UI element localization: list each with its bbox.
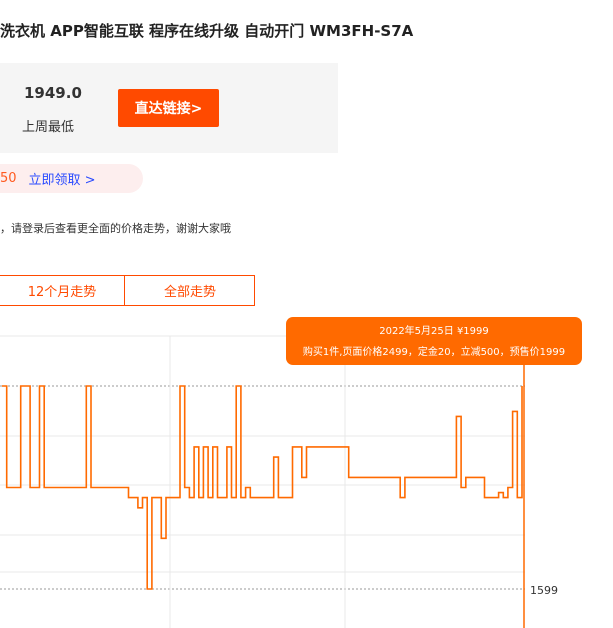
lowest-price-label: 上周最低 (22, 120, 75, 135)
chart-grid (0, 335, 525, 628)
direct-link-button[interactable]: 直达链接> (118, 89, 219, 127)
trend-tabs: 12个月走势 全部走势 (0, 275, 255, 306)
tab-all-trend[interactable]: 全部走势 (125, 276, 255, 305)
y-axis-label: 1599 (530, 584, 558, 597)
tab-12-month-trend[interactable]: 12个月走势 (0, 276, 125, 305)
product-title: 洗衣机 APP智能互联 程序在线升级 自动开门 WM3FH-S7A (0, 22, 414, 40)
tooltip-date-price: 2022年5月25日 ¥1999 (379, 326, 489, 337)
tooltip-detail: 购买1件,页面价格2499，定金20，立减500，预售价1999 (302, 347, 566, 358)
price-tooltip: 2022年5月25日 ¥1999 购买1件,页面价格2499，定金20，立减50… (286, 317, 582, 365)
coupon-amount: 50 (0, 171, 17, 186)
login-notice: ，请登录后查看更全面的价格走势，谢谢大家哦 (0, 222, 231, 235)
coupon-bar: 50 立即领取 > (0, 164, 143, 193)
lowest-price-value: 1949.0 (24, 84, 82, 102)
claim-coupon-link[interactable]: 立即领取 > (29, 169, 96, 188)
price-series-line (2, 385, 523, 590)
